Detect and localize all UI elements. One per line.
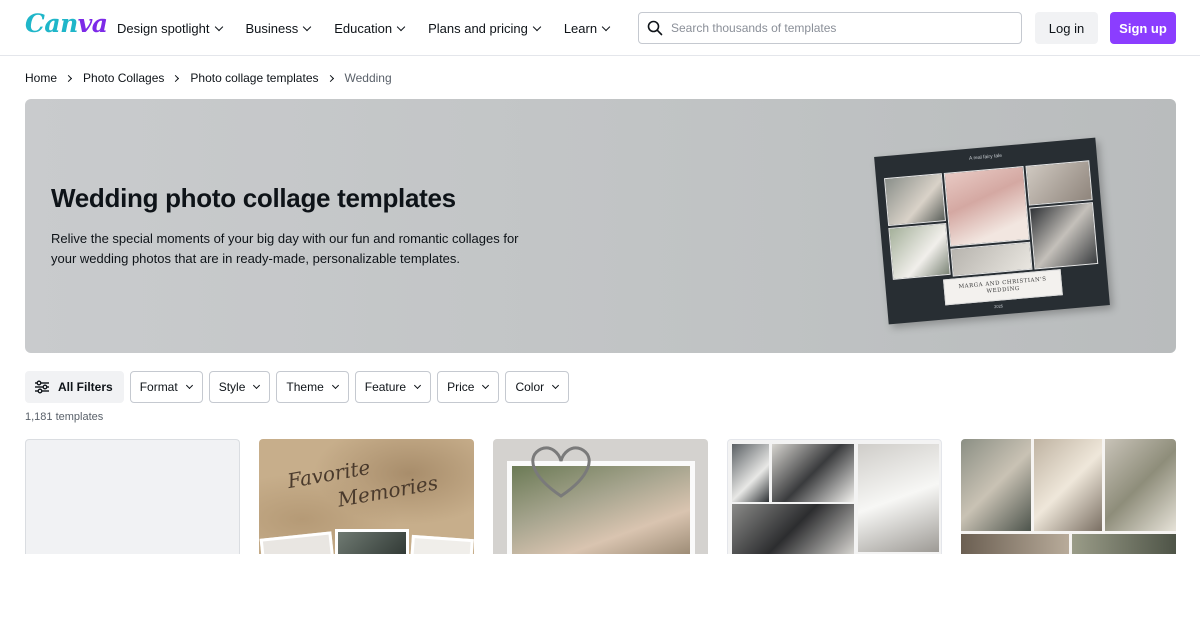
chevron-down-icon xyxy=(552,381,560,390)
template-photo xyxy=(1105,439,1176,531)
chevron-down-icon xyxy=(214,22,223,31)
chevron-down-icon xyxy=(482,381,490,390)
template-photo xyxy=(732,444,769,502)
chevron-down-icon xyxy=(253,381,261,390)
collage-photo xyxy=(883,173,946,227)
search-input[interactable] xyxy=(671,21,1001,35)
hero-banner: Wedding photo collage templates Relive t… xyxy=(25,99,1176,353)
chevron-down-icon xyxy=(601,22,611,31)
nav-design-spotlight[interactable]: Design spotlight xyxy=(117,21,223,36)
top-navigation-bar: Canva Design spotlight Business Educatio… xyxy=(0,0,1200,56)
hero-collage-preview: A real fairy tale MARGA AND CHRISTIAN'S … xyxy=(874,137,1110,325)
page-description: Relive the special moments of your big d… xyxy=(51,231,519,266)
nav-plans-and-pricing[interactable]: Plans and pricing xyxy=(428,21,542,36)
filter-format[interactable]: Format xyxy=(129,371,203,403)
template-photo xyxy=(410,534,474,554)
breadcrumb-photo-collage-templates[interactable]: Photo collage templates xyxy=(190,71,318,85)
chevron-right-icon xyxy=(64,74,73,82)
all-filters-button[interactable]: All Filters xyxy=(25,371,124,403)
template-card[interactable] xyxy=(25,439,240,554)
filter-style[interactable]: Style xyxy=(208,371,271,403)
collage-photo xyxy=(1025,160,1093,206)
main-nav: Design spotlight Business Education Plan… xyxy=(117,0,633,56)
template-card[interactable] xyxy=(727,439,942,554)
template-card[interactable] xyxy=(961,439,1176,554)
chevron-down-icon xyxy=(331,381,339,390)
collage-photo xyxy=(950,241,1033,277)
chevron-down-icon xyxy=(414,381,422,390)
template-card[interactable]: Favorite Memories xyxy=(259,439,474,554)
filter-feature[interactable]: Feature xyxy=(354,371,432,403)
nav-learn[interactable]: Learn xyxy=(564,21,611,36)
search-box xyxy=(638,12,1022,44)
login-button[interactable]: Log in xyxy=(1035,12,1098,44)
nav-business[interactable]: Business xyxy=(246,21,312,36)
heart-scribble-icon xyxy=(531,446,591,498)
page-title: Wedding photo collage templates xyxy=(51,183,456,213)
chevron-down-icon xyxy=(396,22,406,31)
signup-button[interactable]: Sign up xyxy=(1110,12,1176,44)
search-icon xyxy=(647,20,663,36)
breadcrumb: Home Photo Collages Photo collage templa… xyxy=(25,70,392,86)
template-photo xyxy=(961,439,1031,531)
results-count: 1,181 templates xyxy=(25,411,104,423)
canva-logo[interactable]: Canva xyxy=(25,9,108,38)
nav-education[interactable]: Education xyxy=(334,21,406,36)
chevron-down-icon xyxy=(532,22,542,31)
breadcrumb-home[interactable]: Home xyxy=(25,71,57,85)
template-photo xyxy=(335,529,409,554)
breadcrumb-photo-collages[interactable]: Photo Collages xyxy=(83,71,164,85)
template-photo xyxy=(1072,534,1176,554)
chevron-down-icon xyxy=(185,381,193,390)
template-photo xyxy=(858,444,939,552)
filter-theme[interactable]: Theme xyxy=(276,371,349,403)
chevron-right-icon xyxy=(172,74,180,82)
template-photo xyxy=(961,534,1069,554)
template-photo xyxy=(732,504,854,554)
filter-color[interactable]: Color xyxy=(505,371,570,403)
breadcrumb-wedding: Wedding xyxy=(344,71,392,85)
chevron-right-icon xyxy=(326,74,334,82)
template-photo xyxy=(772,444,854,502)
filter-bar: All Filters Format Style Theme Feature P… xyxy=(25,371,575,403)
chevron-down-icon xyxy=(303,22,312,31)
collage-photo xyxy=(888,222,951,280)
template-photo xyxy=(1034,439,1102,531)
collage-photo xyxy=(1029,202,1099,270)
template-card[interactable] xyxy=(493,439,708,554)
collage-photo xyxy=(943,166,1030,247)
filter-sliders-icon xyxy=(35,380,49,394)
filter-price[interactable]: Price xyxy=(437,371,500,403)
